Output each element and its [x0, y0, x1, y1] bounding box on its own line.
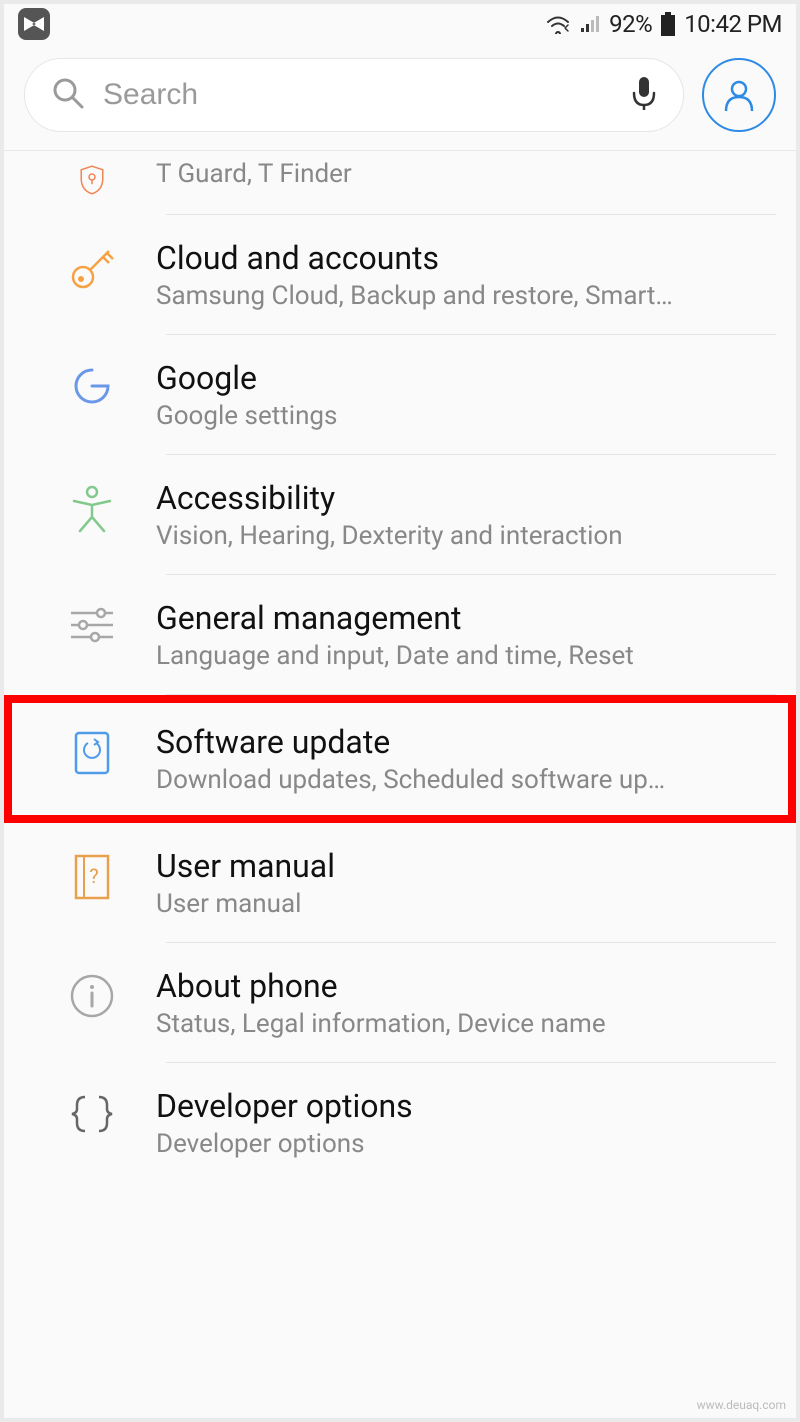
sliders-icon: [64, 599, 120, 645]
accessibility-icon: [64, 479, 120, 533]
settings-item-title: Google: [156, 359, 776, 397]
settings-item-google[interactable]: Google Google settings: [4, 335, 796, 455]
settings-item-security[interactable]: T Guard, T Finder: [4, 151, 796, 215]
settings-item-title: User manual: [156, 847, 776, 885]
clock: 10:42 PM: [684, 10, 782, 38]
info-icon: [64, 967, 120, 1019]
watermark: www.deuaq.com: [697, 1398, 786, 1412]
settings-item-cloud-accounts[interactable]: Cloud and accounts Samsung Cloud, Backup…: [4, 215, 796, 335]
mic-icon[interactable]: [631, 75, 657, 115]
settings-item-subtitle: Language and input, Date and time, Reset: [156, 641, 776, 671]
settings-item-subtitle: User manual: [156, 889, 776, 919]
key-icon: [64, 239, 120, 291]
settings-item-about-phone[interactable]: About phone Status, Legal information, D…: [4, 943, 796, 1063]
settings-item-subtitle: Status, Legal information, Device name: [156, 1009, 776, 1039]
settings-item-subtitle: Samsung Cloud, Backup and restore, Smart…: [156, 281, 776, 311]
google-icon: [64, 359, 120, 407]
settings-item-user-manual[interactable]: ? User manual User manual: [4, 823, 796, 943]
settings-list: T Guard, T Finder Cloud and accounts Sam…: [4, 151, 796, 1169]
settings-item-software-update[interactable]: Software update Download updates, Schedu…: [12, 703, 788, 815]
settings-item-title: Cloud and accounts: [156, 239, 776, 277]
settings-item-title: Software update: [156, 723, 768, 761]
settings-item-developer-options[interactable]: Developer options Developer options: [4, 1063, 796, 1169]
status-bar: 92% 10:42 PM: [4, 4, 796, 44]
settings-item-title: General management: [156, 599, 776, 637]
settings-item-subtitle: T Guard, T Finder: [156, 159, 776, 189]
battery-icon: [660, 12, 676, 36]
settings-item-title: Developer options: [156, 1087, 776, 1125]
code-braces-icon: [64, 1087, 120, 1135]
shield-icon: [64, 159, 120, 195]
settings-item-subtitle: Google settings: [156, 401, 776, 431]
capcut-icon: [18, 8, 50, 40]
update-icon: [64, 723, 120, 777]
settings-item-subtitle: Developer options: [156, 1129, 776, 1159]
battery-percentage: 92%: [609, 10, 652, 38]
profile-button[interactable]: [702, 58, 776, 132]
svg-text:?: ?: [89, 864, 98, 888]
settings-item-general-management[interactable]: General management Language and input, D…: [4, 575, 796, 695]
settings-screen: 92% 10:42 PM T Gu: [0, 0, 800, 1422]
settings-item-title: Accessibility: [156, 479, 776, 517]
signal-icon: [579, 14, 601, 34]
search-field[interactable]: [24, 58, 684, 132]
settings-item-subtitle: Download updates, Scheduled software up…: [156, 765, 768, 795]
settings-item-subtitle: Vision, Hearing, Dexterity and interacti…: [156, 521, 776, 551]
wifi-icon: [545, 14, 571, 34]
search-input[interactable]: [103, 78, 613, 112]
search-row: [4, 44, 796, 151]
manual-icon: ?: [64, 847, 120, 901]
search-icon: [51, 76, 85, 114]
settings-item-title: About phone: [156, 967, 776, 1005]
highlight-frame: Software update Download updates, Schedu…: [4, 695, 796, 823]
settings-item-accessibility[interactable]: Accessibility Vision, Hearing, Dexterity…: [4, 455, 796, 575]
